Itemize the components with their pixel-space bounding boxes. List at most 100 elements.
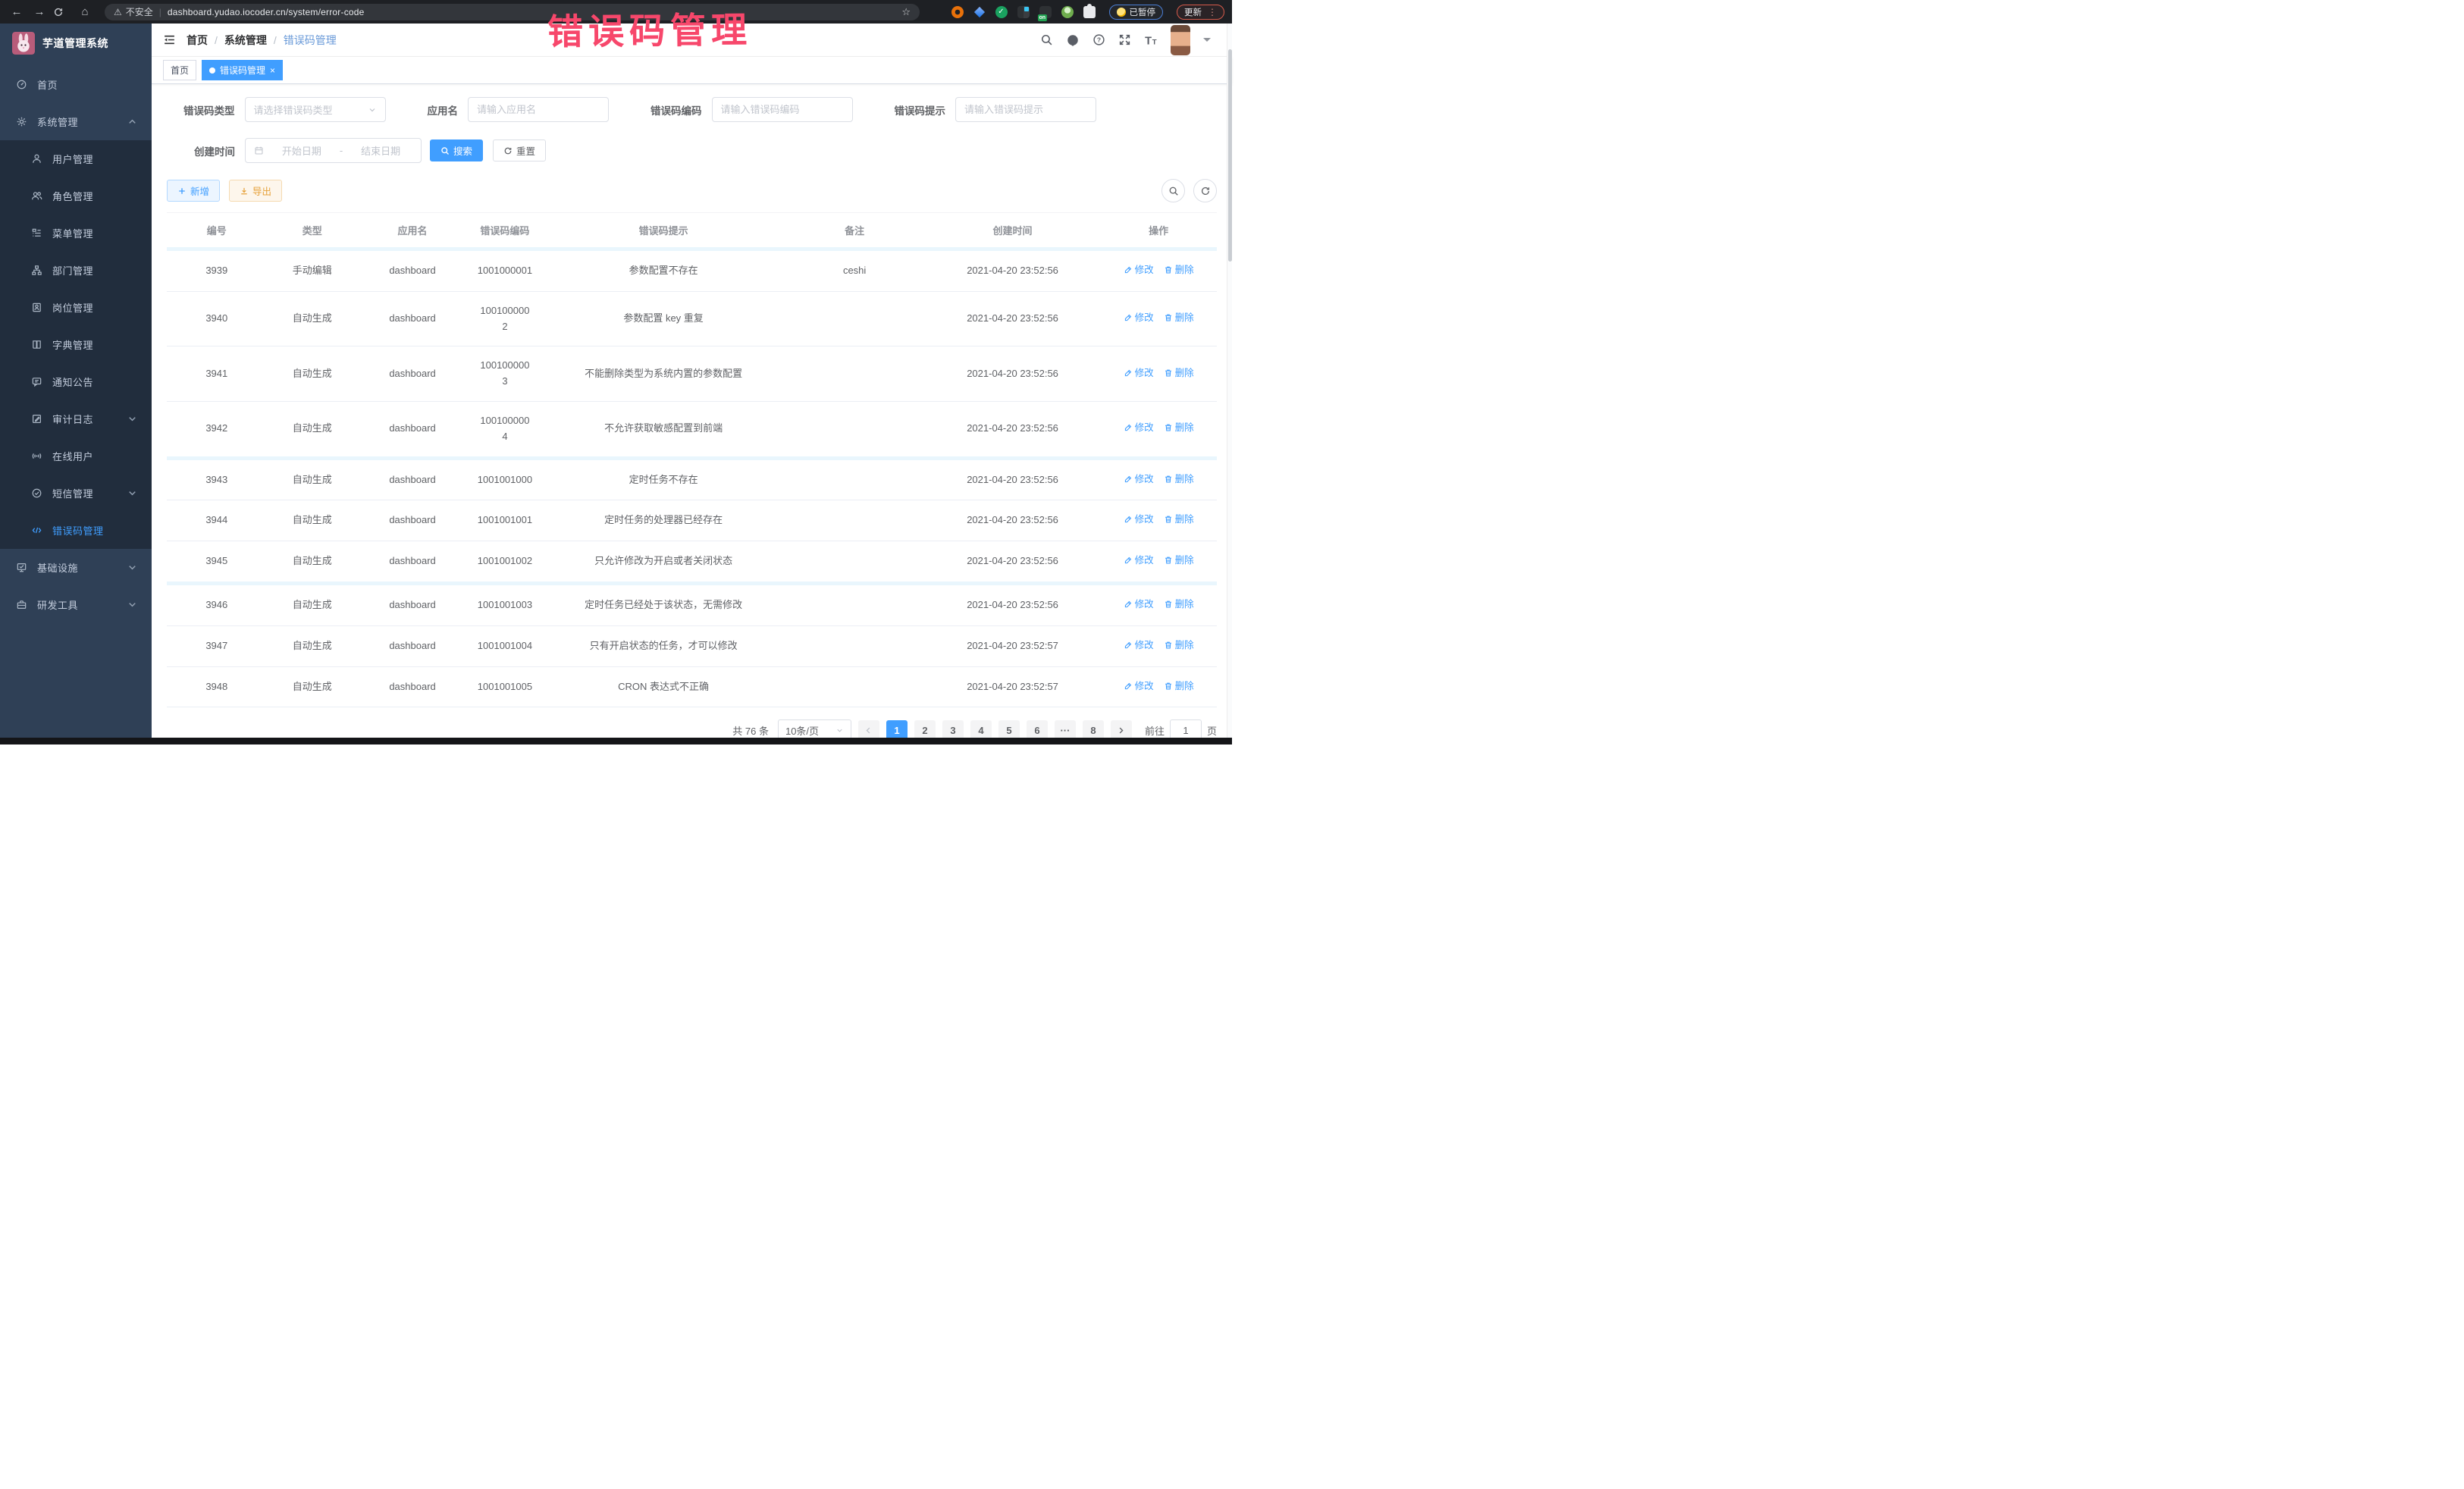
sidebar-item-errcode[interactable]: 错误码管理: [0, 512, 152, 549]
sidebar-item-user[interactable]: 用户管理: [0, 140, 152, 177]
sidebar-item-dict[interactable]: 字典管理: [0, 326, 152, 363]
sidebar-item-menu[interactable]: 菜单管理: [0, 215, 152, 252]
page-scrollbar[interactable]: [1227, 24, 1232, 738]
browser-back-icon[interactable]: ←: [8, 5, 26, 18]
sidebar-item-infra[interactable]: 基础设施: [0, 549, 152, 586]
extension-gem-icon[interactable]: [973, 6, 986, 18]
breadcrumb-system[interactable]: 系统管理: [224, 33, 267, 48]
browser-forward-icon[interactable]: →: [30, 5, 49, 18]
cell-code: 1001000003: [467, 346, 543, 402]
page-button-4[interactable]: 4: [970, 720, 992, 738]
delete-link[interactable]: 删除: [1164, 310, 1194, 325]
sidebar-logo-row[interactable]: 芋道管理系统: [0, 24, 152, 63]
hamburger-icon[interactable]: [163, 33, 176, 46]
extension-orange-icon[interactable]: [951, 6, 964, 18]
delete-link[interactable]: 删除: [1164, 262, 1194, 277]
sidebar-item-online[interactable]: 在线用户: [0, 437, 152, 475]
sidebar-item-dept[interactable]: 部门管理: [0, 252, 152, 289]
export-button[interactable]: 导出: [229, 180, 282, 202]
edit-link[interactable]: 修改: [1124, 597, 1154, 612]
delete-link[interactable]: 删除: [1164, 553, 1194, 568]
browser-menu-dots-icon[interactable]: ⋮: [1208, 7, 1217, 17]
sidebar-item-role[interactable]: 角色管理: [0, 177, 152, 215]
sidebar-item-home[interactable]: 首页: [0, 66, 152, 103]
breadcrumb-home[interactable]: 首页: [187, 33, 208, 48]
sidebar-item-system[interactable]: 系统管理: [0, 103, 152, 140]
cell-time: 2021-04-20 23:52:56: [925, 458, 1100, 500]
app-name-input[interactable]: [477, 104, 600, 115]
cell-id: 3947: [167, 625, 267, 666]
edit-link[interactable]: 修改: [1124, 679, 1154, 694]
edit-link[interactable]: 修改: [1124, 310, 1154, 325]
delete-link[interactable]: 删除: [1164, 638, 1194, 653]
sidebar-item-log[interactable]: 审计日志: [0, 400, 152, 437]
sidebar-item-tool[interactable]: 研发工具: [0, 586, 152, 623]
address-bar[interactable]: ⚠ 不安全 | dashboard.yudao.iocoder.cn/syste…: [105, 4, 920, 20]
extension-person-icon[interactable]: [1061, 6, 1074, 18]
header-search-icon[interactable]: [1040, 33, 1053, 46]
edit-link[interactable]: 修改: [1124, 420, 1154, 435]
user-avatar[interactable]: [1171, 25, 1190, 55]
delete-link[interactable]: 删除: [1164, 512, 1194, 527]
fullscreen-icon[interactable]: [1118, 33, 1131, 46]
url-text[interactable]: dashboard.yudao.iocoder.cn/system/error-…: [168, 7, 895, 17]
sidebar-item-post[interactable]: 岗位管理: [0, 289, 152, 326]
table-row: 3941自动生成dashboard1001000003不能删除类型为系统内置的参…: [167, 346, 1217, 402]
trash-icon: [1164, 313, 1173, 322]
help-icon[interactable]: ?: [1092, 33, 1105, 46]
not-secure-warning-icon[interactable]: ⚠ 不安全: [114, 5, 153, 18]
refresh-table-button[interactable]: [1193, 179, 1217, 202]
error-msg-input[interactable]: [964, 104, 1087, 115]
page-button-8[interactable]: 8: [1083, 720, 1104, 738]
error-code-input[interactable]: [721, 104, 844, 115]
extension-grid-icon[interactable]: [1017, 6, 1030, 18]
create-time-range-picker[interactable]: 开始日期 - 结束日期: [245, 138, 422, 163]
delete-link[interactable]: 删除: [1164, 365, 1194, 381]
error-type-select[interactable]: 请选择错误码类型: [245, 97, 386, 122]
sidebar-item-sms[interactable]: 短信管理: [0, 475, 152, 512]
page-button-5[interactable]: 5: [998, 720, 1020, 738]
goto-page-input[interactable]: [1170, 719, 1202, 738]
page-size-select[interactable]: 10条/页: [778, 719, 851, 738]
page-button-6[interactable]: 6: [1027, 720, 1048, 738]
next-page-button[interactable]: [1111, 720, 1132, 738]
tag-error-code[interactable]: 错误码管理 ×: [202, 60, 283, 80]
edit-link[interactable]: 修改: [1124, 262, 1154, 277]
prev-page-button[interactable]: [858, 720, 879, 738]
delete-link[interactable]: 删除: [1164, 597, 1194, 612]
delete-link[interactable]: 删除: [1164, 472, 1194, 487]
page-button-2[interactable]: 2: [914, 720, 936, 738]
extension-on-icon[interactable]: on: [1039, 6, 1052, 18]
edit-link[interactable]: 修改: [1124, 472, 1154, 487]
paused-profile-chip[interactable]: 已暂停: [1109, 5, 1164, 20]
github-icon[interactable]: [1066, 33, 1080, 47]
bookmark-star-icon[interactable]: ☆: [901, 6, 911, 18]
column-header: 错误码提示: [543, 213, 785, 249]
show-search-toggle-button[interactable]: [1161, 179, 1185, 202]
extensions-puzzle-icon[interactable]: [1083, 6, 1096, 18]
browser-home-icon[interactable]: ⌂: [76, 5, 94, 18]
reset-button-label: 重置: [516, 143, 535, 158]
page-ellipsis[interactable]: ···: [1055, 720, 1076, 738]
sidebar-item-notice[interactable]: 通知公告: [0, 363, 152, 400]
tag-home[interactable]: 首页: [163, 60, 196, 80]
search-button[interactable]: 搜索: [430, 139, 483, 161]
extension-check-icon[interactable]: ✓: [995, 6, 1008, 18]
delete-link[interactable]: 删除: [1164, 420, 1194, 435]
cell-actions: 修改删除: [1100, 458, 1217, 500]
edit-link[interactable]: 修改: [1124, 512, 1154, 527]
update-button[interactable]: 更新 ⋮: [1177, 5, 1224, 20]
tag-close-icon[interactable]: ×: [270, 66, 275, 75]
reset-button[interactable]: 重置: [493, 139, 546, 161]
font-size-icon[interactable]: TT: [1144, 33, 1158, 47]
page-button-1[interactable]: 1: [886, 720, 908, 738]
edit-link[interactable]: 修改: [1124, 638, 1154, 653]
browser-reload-icon[interactable]: [53, 7, 71, 17]
edit-link[interactable]: 修改: [1124, 365, 1154, 381]
delete-link[interactable]: 删除: [1164, 679, 1194, 694]
add-button[interactable]: 新增: [167, 180, 220, 202]
edit-link[interactable]: 修改: [1124, 553, 1154, 568]
user-menu-caret-icon[interactable]: [1203, 38, 1211, 45]
scrollbar-thumb[interactable]: [1228, 49, 1232, 262]
page-button-3[interactable]: 3: [942, 720, 964, 738]
